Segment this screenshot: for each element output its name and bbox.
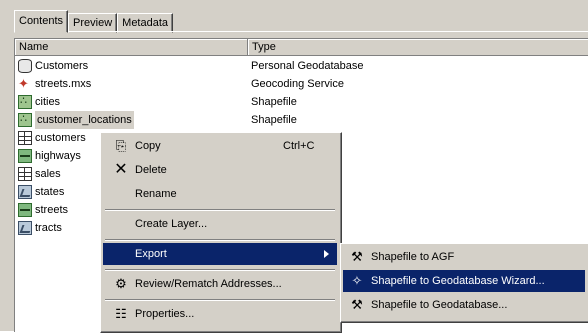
menu-item-create-layer[interactable]: Create Layer... [103,213,337,235]
geodatabase-icon [18,59,32,73]
delete-icon: ✕ [114,161,128,178]
export-submenu: ⚒ Shapefile to AGF ✧ Shapefile to Geodat… [340,243,588,323]
properties-icon: ☷ [115,306,127,321]
menu-item-label: Review/Rematch Addresses... [135,278,282,290]
tab-divider [14,31,588,32]
menu-item-shapefile-to-agf[interactable]: ⚒ Shapefile to AGF [343,246,585,268]
item-type: Geocoding Service [251,78,344,90]
menu-item-label: Copy [135,140,161,152]
hammer-icon: ⚒ [351,297,363,312]
menu-separator [105,209,335,211]
menu-item-label: Shapefile to Geodatabase Wizard... [371,275,545,287]
menu-item-review-rematch[interactable]: ⚙ Review/Rematch Addresses... [103,273,337,295]
menu-separator [105,299,335,301]
menu-separator [105,239,335,241]
item-name: states [35,186,65,198]
menu-item-delete[interactable]: ✕ Delete [103,159,337,181]
item-type: Shapefile [251,96,297,108]
context-menu: ⎘ Copy Ctrl+C ✕ Delete Rename Create Lay… [100,132,342,333]
menu-item-properties[interactable]: ☷ Properties... [103,303,337,325]
item-type: Shapefile [251,114,297,126]
item-name: highways [35,150,81,162]
item-name: streets.mxs [35,78,92,90]
item-name: cities [35,96,61,108]
point-shapefile-icon [18,92,32,110]
column-header-type[interactable]: Type [248,39,588,56]
column-header-name[interactable]: Name [15,39,248,56]
menu-item-label: Rename [135,188,177,200]
polygon-shapefile-icon [18,221,32,235]
shortcut-label: Ctrl+C [283,140,315,152]
polygon-shapefile-icon [18,185,32,199]
point-shapefile-icon [18,110,32,128]
menu-item-shapefile-to-geodatabase-wizard[interactable]: ✧ Shapefile to Geodatabase Wizard... [343,270,585,292]
rematch-addresses-icon: ⚙ [115,276,127,291]
list-item[interactable]: ✦ streets.mxs Geocoding Service [15,75,588,93]
menu-item-label: Create Layer... [135,218,208,230]
geocoding-service-icon: ✦ [18,76,29,91]
list-item-selected[interactable]: customer_locations Shapefile [15,110,588,129]
menu-item-label: Properties... [135,308,195,320]
item-name: customers [35,132,86,144]
catalog-window: Contents Preview Metadata Name Type Cust… [0,0,588,333]
item-type: Personal Geodatabase [251,60,364,72]
item-name: sales [35,168,61,180]
tab-metadata[interactable]: Metadata [117,13,174,33]
wizard-wand-icon: ✧ [351,273,363,288]
hammer-icon: ⚒ [351,249,363,264]
table-icon [18,167,32,181]
menu-separator [105,269,335,271]
line-shapefile-icon [18,203,32,217]
item-name: Customers [35,60,89,72]
menu-item-shapefile-to-geodatabase[interactable]: ⚒ Shapefile to Geodatabase... [343,294,585,316]
tab-preview[interactable]: Preview [68,13,118,33]
menu-item-label: Export [135,248,167,260]
line-shapefile-icon [18,149,32,163]
item-name: tracts [35,222,62,234]
menu-item-copy[interactable]: ⎘ Copy Ctrl+C [103,135,337,157]
menu-item-export[interactable]: Export [103,243,337,265]
list-item[interactable]: cities Shapefile [15,92,588,111]
menu-item-label: Shapefile to Geodatabase... [371,299,508,311]
menu-item-label: Delete [135,164,167,176]
copy-icon: ⎘ [115,138,127,153]
tab-contents[interactable]: Contents [14,10,69,33]
item-name: customer_locations [35,111,134,129]
column-header-bar: Name Type [15,39,588,56]
tab-strip: Contents Preview Metadata [14,10,174,33]
menu-item-label: Shapefile to AGF [371,251,455,263]
list-item[interactable]: Customers Personal Geodatabase [15,57,588,75]
menu-item-rename[interactable]: Rename [103,183,337,205]
table-icon [18,131,32,145]
item-name: streets [35,204,69,216]
submenu-arrow-icon [324,250,329,258]
